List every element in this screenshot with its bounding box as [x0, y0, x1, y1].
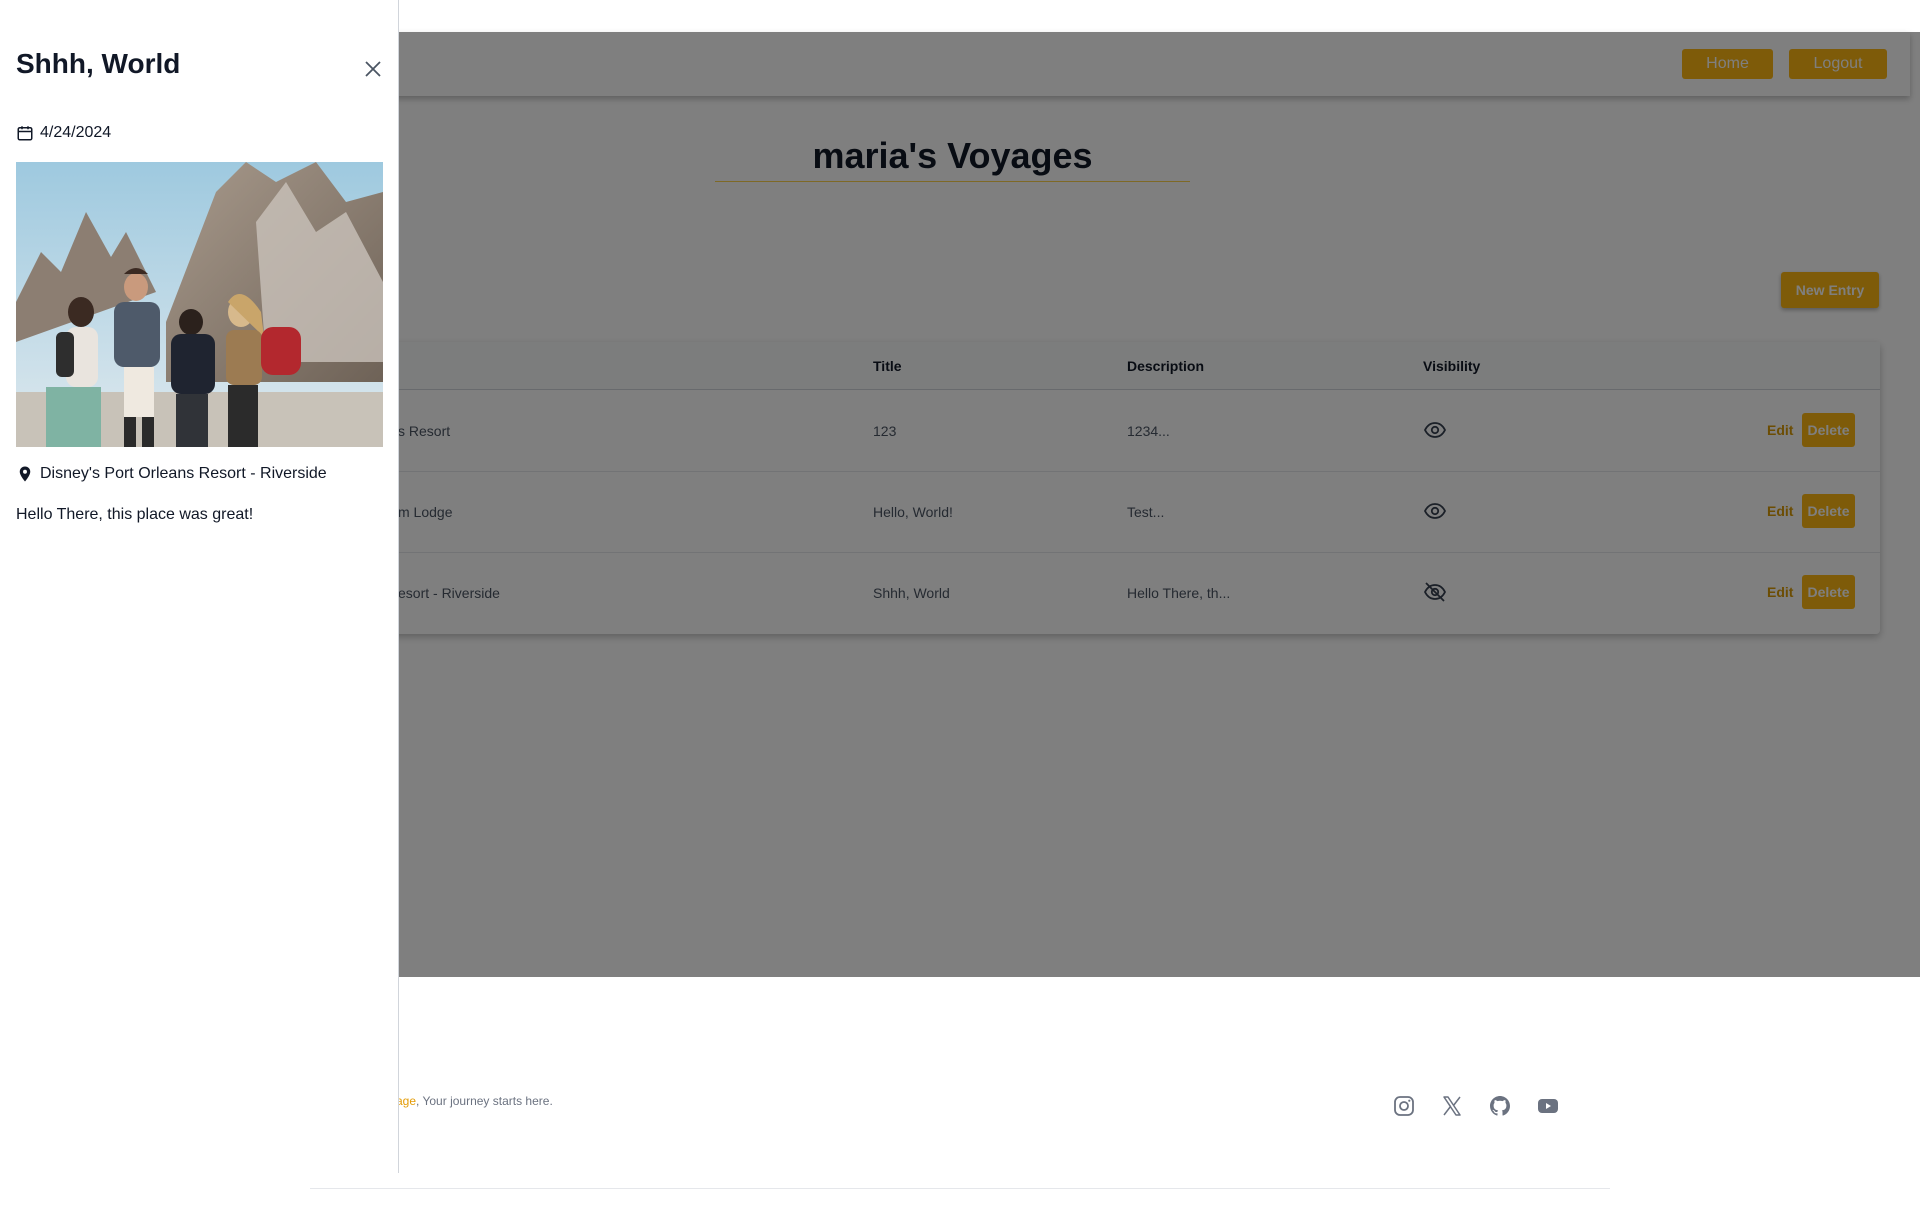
- entry-description: Hello There, this place was great!: [16, 506, 254, 523]
- page: Home Logout maria's Voyages New Entry Ti…: [0, 0, 1920, 1206]
- calendar-icon: [17, 126, 33, 141]
- entry-location-text: Disney's Port Orleans Resort - Riverside: [40, 465, 327, 482]
- entry-detail-drawer: Shhh, World 4/24/2024 Disney's Port Orle…: [0, 0, 399, 1173]
- youtube-icon[interactable]: [1536, 1094, 1560, 1118]
- drawer-title: Shhh, World: [16, 48, 181, 79]
- footer-tagline: yage, Your journey starts here.: [390, 1094, 553, 1108]
- entry-location: Disney's Port Orleans Resort - Riverside: [16, 465, 327, 483]
- hikers-mountain-image: [16, 162, 383, 447]
- instagram-icon[interactable]: [1392, 1094, 1416, 1118]
- footer-divider: [310, 1188, 1610, 1189]
- map-pin-icon: [19, 466, 31, 482]
- github-icon[interactable]: [1488, 1094, 1512, 1118]
- close-icon: [365, 61, 381, 77]
- close-button[interactable]: [361, 57, 385, 81]
- entry-date: 4/24/2024: [16, 124, 111, 142]
- x-icon[interactable]: [1440, 1094, 1464, 1118]
- entry-photo: [16, 162, 383, 447]
- entry-date-text: 4/24/2024: [40, 124, 112, 141]
- footer-tagline-text: , Your journey starts here.: [416, 1094, 553, 1108]
